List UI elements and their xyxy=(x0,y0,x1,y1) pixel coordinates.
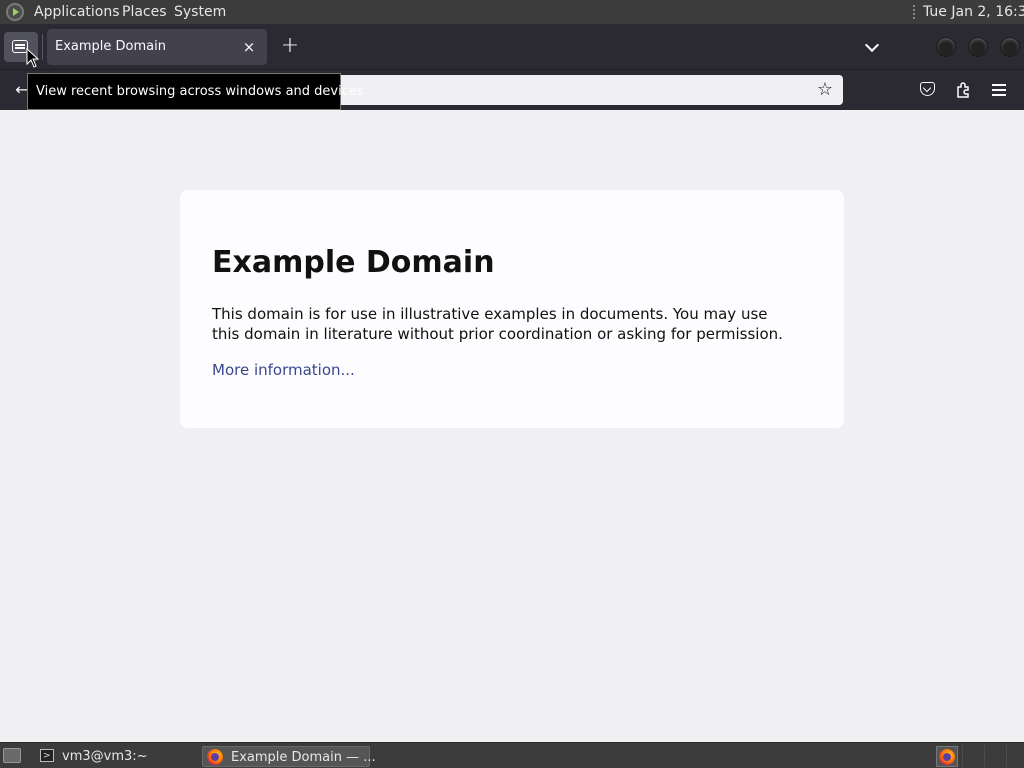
taskbar-item-terminal[interactable]: vm3@vm3:~ xyxy=(38,746,198,767)
menu-applications[interactable]: Applications xyxy=(34,4,120,20)
clock[interactable]: Tue Jan 2, 16:34 xyxy=(923,4,1024,20)
extensions-icon[interactable] xyxy=(951,78,977,102)
panel-separator xyxy=(913,5,915,19)
window-close-button[interactable] xyxy=(1001,38,1019,56)
system-top-panel: Applications Places System Tue Jan 2, 16… xyxy=(0,0,1024,24)
hamburger-menu-icon[interactable] xyxy=(987,78,1013,102)
recent-browsing-tooltip: View recent browsing across windows and … xyxy=(27,73,364,110)
bookmark-star-icon[interactable]: ☆ xyxy=(813,78,837,102)
tray-slot xyxy=(1006,745,1024,767)
window-maximize-button[interactable] xyxy=(969,38,987,56)
firefox-icon xyxy=(939,749,955,765)
list-all-tabs-chevron-icon[interactable] xyxy=(862,37,884,57)
tab-title: Example Domain xyxy=(55,39,166,54)
distro-logo-icon[interactable] xyxy=(6,3,24,21)
more-information-link[interactable]: More information... xyxy=(212,360,355,380)
content-card: Example Domain This domain is for use in… xyxy=(180,190,844,428)
firefox-icon xyxy=(207,749,223,765)
window-minimize-button[interactable] xyxy=(937,38,955,56)
tray-slot xyxy=(984,745,1004,767)
tab-example-domain[interactable]: Example Domain × xyxy=(47,29,267,65)
new-tab-button[interactable]: + xyxy=(278,35,302,59)
menu-places[interactable]: Places xyxy=(122,4,167,20)
taskbar-item-label: Example Domain — ... xyxy=(231,750,376,765)
page-heading: Example Domain xyxy=(212,245,495,280)
pocket-icon[interactable] xyxy=(915,78,941,102)
tab-close-icon[interactable]: × xyxy=(241,37,257,57)
page-viewport: Example Domain This domain is for use in… xyxy=(0,110,1024,742)
page-paragraph: This domain is for use in illustrative e… xyxy=(212,305,783,343)
taskbar-item-firefox[interactable]: Example Domain — ... xyxy=(202,746,376,767)
terminal-icon xyxy=(40,746,54,767)
menu-system[interactable]: System xyxy=(174,4,226,20)
taskbar-item-label: vm3@vm3:~ xyxy=(62,749,148,764)
browser-tab-strip: Example Domain × + xyxy=(0,24,1024,69)
tray-slot xyxy=(962,745,982,767)
tray-firefox-button[interactable] xyxy=(936,746,958,767)
show-desktop-icon[interactable] xyxy=(3,748,21,763)
tab-separator xyxy=(42,34,43,60)
bottom-taskbar: vm3@vm3:~ Example Domain — ... xyxy=(0,742,1024,768)
